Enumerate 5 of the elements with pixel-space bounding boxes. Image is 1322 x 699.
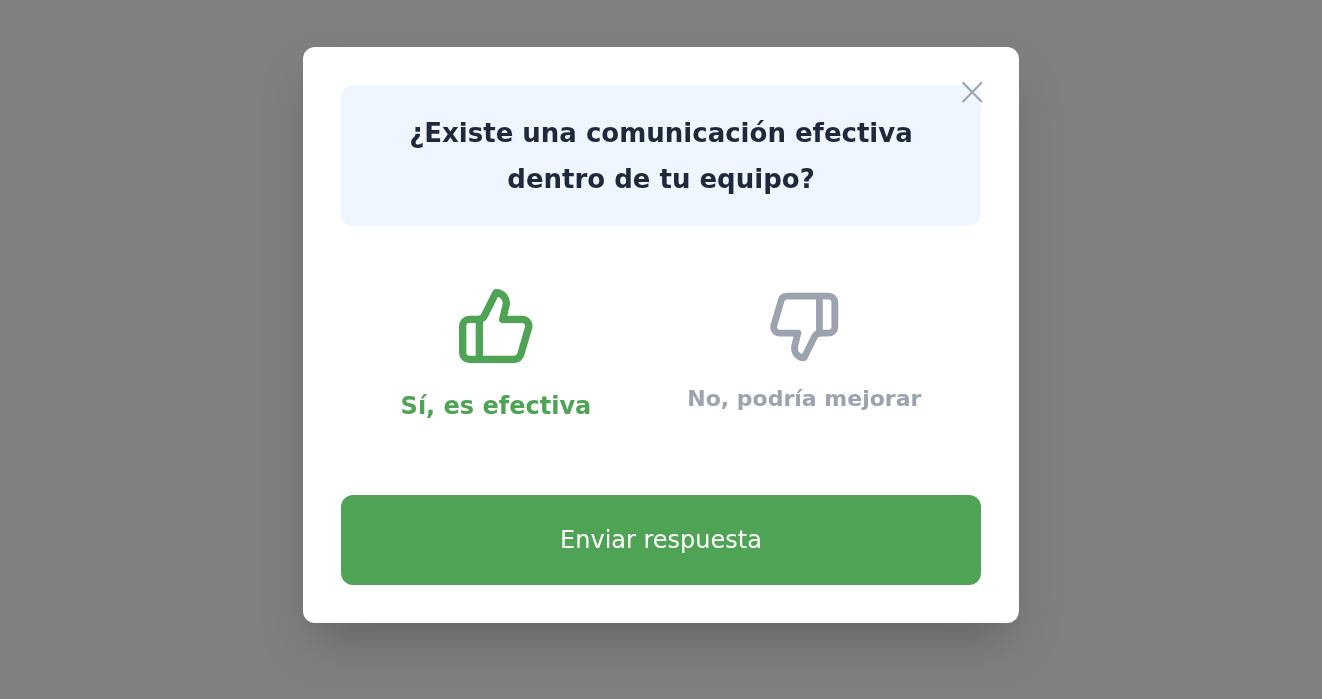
close-button[interactable]: × — [955, 71, 989, 111]
answer-option[interactable]: No, podría mejorar — [687, 286, 922, 436]
submit-button[interactable]: Enviar respuesta — [341, 495, 981, 585]
answer-option[interactable]: Sí, es efectiva — [400, 286, 592, 436]
question-text: ¿Existe una comunicación efectiva dentro de tu equipo? — [408, 116, 914, 196]
